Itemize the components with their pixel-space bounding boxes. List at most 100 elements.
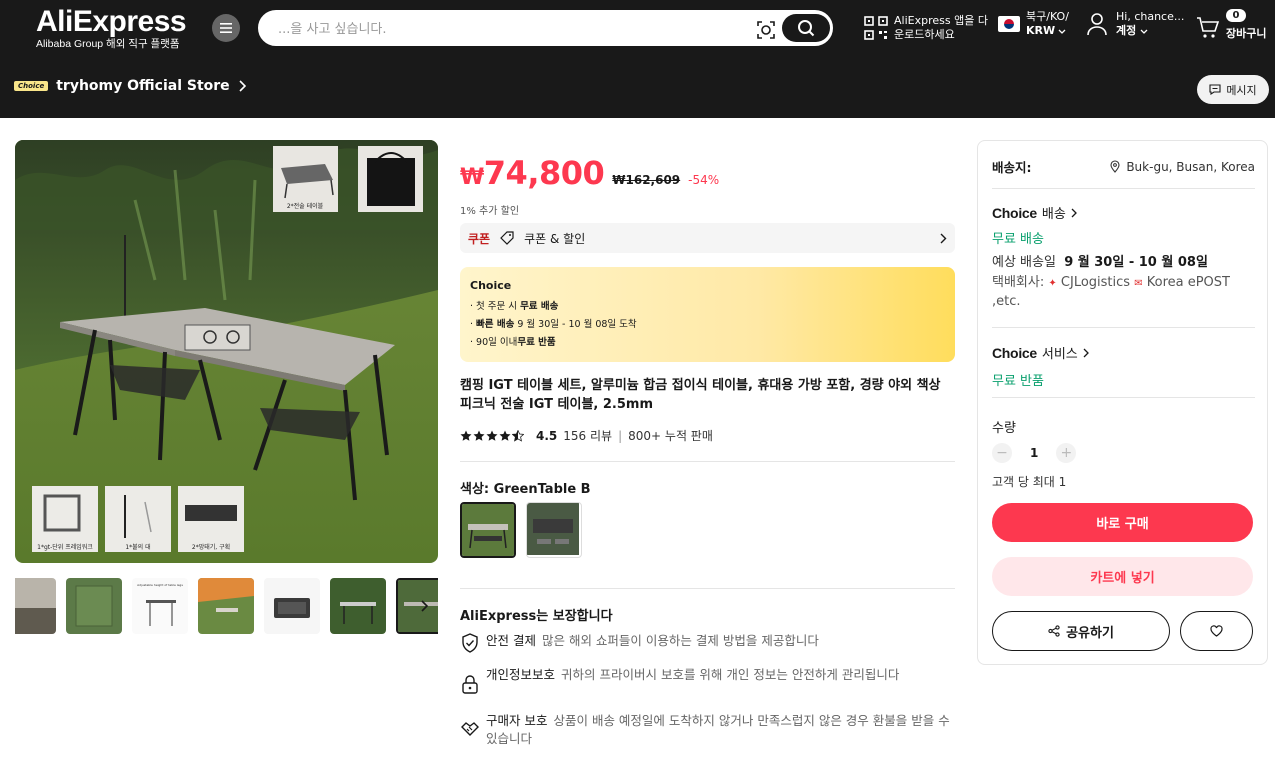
account-menu[interactable]: Hi, chance... 계정 bbox=[1086, 10, 1184, 38]
quantity-decrease-button[interactable]: − bbox=[992, 443, 1012, 463]
service-heading[interactable]: Choice 서비스 bbox=[992, 343, 1089, 362]
coupon-value: 쿠폰 & 할인 bbox=[524, 231, 586, 246]
app-download-text: AliExpress 앱을 다운로드하세요 bbox=[894, 14, 988, 41]
extra-discount: 1% 추가 할인 bbox=[460, 206, 520, 217]
cart-icon bbox=[1197, 17, 1220, 38]
discount-percent: -54% bbox=[688, 173, 720, 187]
top-header: AliExpress Alibaba Group 해외 직구 플랫폼 AliEx… bbox=[0, 0, 1275, 118]
free-returns: 무료 반품 bbox=[992, 374, 1044, 389]
choice-benefit-1: · 첫 주문 시 무료 배송 bbox=[470, 301, 559, 312]
divider bbox=[460, 588, 955, 589]
search-bar bbox=[258, 10, 833, 46]
rating-row[interactable]: 4.5 156 리뷰 | 800+ 누적 판매 bbox=[460, 427, 713, 444]
quantity-increase-button[interactable]: + bbox=[1056, 443, 1077, 463]
guarantee-desc: 많은 해외 쇼퍼들이 이용하는 결제 방법을 제공합니다 bbox=[541, 633, 819, 648]
star-rating bbox=[460, 429, 524, 442]
search-icon bbox=[798, 20, 815, 37]
choice-benefit-2: · 빠른 배송 9 월 30일 - 10 월 08일 도착 bbox=[470, 319, 637, 330]
thumbnail-4[interactable] bbox=[198, 578, 254, 634]
color-option-greentable-b[interactable] bbox=[460, 502, 516, 558]
current-price: ₩74,800 bbox=[460, 154, 605, 192]
star-icon bbox=[473, 430, 485, 441]
cart-label: 장바구니 bbox=[1226, 27, 1267, 40]
thumbnail-5[interactable] bbox=[264, 578, 320, 634]
divider bbox=[992, 188, 1255, 189]
estimated-delivery: 예상 배송일 9 월 30일 - 10 월 08일 bbox=[992, 255, 1208, 270]
chevron-right-icon bbox=[421, 600, 428, 612]
heart-icon bbox=[1210, 625, 1223, 637]
choice-benefits: Choice · 첫 주문 시 무료 배송 · 빠른 배송 9 월 30일 - … bbox=[460, 267, 955, 362]
thumbnail-6[interactable] bbox=[330, 578, 386, 634]
color-label: 색상: GreenTable B bbox=[460, 482, 591, 497]
quantity-label: 수량 bbox=[992, 421, 1016, 436]
divider bbox=[992, 397, 1255, 398]
main-product-image[interactable]: 2*전술 테이블 1*gt-단위 프레임워크 1*불의 대 2*망태기, 구획 bbox=[15, 140, 438, 563]
chevron-right-icon bbox=[1071, 208, 1077, 217]
choice-tag: Choice bbox=[14, 81, 49, 91]
buy-now-button[interactable]: 바로 구매 bbox=[992, 503, 1253, 542]
thumbnail-next-button[interactable] bbox=[412, 594, 436, 618]
currency: KRW bbox=[1026, 24, 1056, 37]
menu-button[interactable] bbox=[212, 14, 240, 42]
choice-brand: Choice bbox=[992, 204, 1037, 221]
ship-to-row[interactable]: 배송지: Buk-gu, Busan, Korea bbox=[992, 157, 1255, 176]
hamburger-icon bbox=[220, 23, 232, 33]
choice-benefit-3: · 90일 이내무료 반품 bbox=[470, 337, 556, 348]
logo-subtitle: Alibaba Group 해외 직구 플랫폼 bbox=[36, 38, 180, 50]
guarantee-heading: AliExpress는 보장합니다 bbox=[460, 609, 613, 624]
wishlist-button[interactable] bbox=[1180, 611, 1253, 651]
inset-label-table: 2*전술 테이블 bbox=[287, 202, 324, 210]
quantity-max: 고객 당 최대 1 bbox=[992, 475, 1067, 489]
logo-text: AliExpress bbox=[36, 5, 187, 38]
divider bbox=[460, 461, 955, 462]
store-name: tryhomy Official Store bbox=[56, 78, 230, 94]
delivery-section: Choice 배송 무료 배송 예상 배송일 9 월 30일 - 10 월 08… bbox=[992, 203, 1232, 311]
tag-icon bbox=[500, 231, 514, 245]
star-icon bbox=[499, 430, 511, 441]
ship-to-value: Buk-gu, Busan, Korea bbox=[1126, 159, 1255, 174]
choice-heading: Choice bbox=[470, 279, 512, 292]
image-search-icon[interactable] bbox=[755, 19, 777, 41]
thumbnail-3-caption: Adjustable height of table legs bbox=[137, 583, 183, 587]
user-icon bbox=[1087, 13, 1107, 36]
separator: | bbox=[618, 428, 623, 443]
color-option-2[interactable] bbox=[526, 502, 582, 558]
camping-table-photo: 2*전술 테이블 1*gt-단위 프레임워크 1*불의 대 2*망태기, 구획 bbox=[15, 140, 438, 563]
guarantee-key: 개인정보보호 bbox=[486, 667, 556, 682]
message-button[interactable]: 메시지 bbox=[1197, 75, 1269, 104]
aliexpress-logo[interactable]: AliExpress Alibaba Group 해외 직구 플랫폼 bbox=[36, 6, 196, 54]
delivery-heading[interactable]: Choice 배송 bbox=[992, 203, 1232, 222]
qr-code-icon bbox=[864, 16, 888, 40]
service-label: 서비스 bbox=[1041, 347, 1078, 362]
star-icon bbox=[486, 430, 498, 441]
sold-count: 800+ 누적 판매 bbox=[628, 429, 713, 443]
handshake-icon bbox=[461, 722, 479, 736]
store-link[interactable]: Choice tryhomy Official Store bbox=[14, 78, 246, 94]
thumbnail-1[interactable] bbox=[15, 578, 56, 634]
language-currency-selector[interactable]: 북구/KO/ KRW bbox=[998, 10, 1069, 38]
inset-label-stand: 1*불의 대 bbox=[125, 543, 150, 551]
share-label: 공유하기 bbox=[1066, 625, 1114, 641]
search-input[interactable] bbox=[278, 19, 738, 39]
thumbnail-2[interactable] bbox=[66, 578, 122, 634]
cart-button[interactable]: 0 장바구니 bbox=[1196, 8, 1272, 48]
purchase-panel: 배송지: Buk-gu, Busan, Korea Choice 배송 무료 배… bbox=[977, 140, 1268, 665]
coupon-key: 쿠폰 bbox=[468, 231, 491, 246]
share-button[interactable]: 공유하기 bbox=[992, 611, 1170, 651]
chevron-right-icon bbox=[940, 233, 947, 243]
review-count[interactable]: 156 리뷰 bbox=[563, 427, 612, 444]
location-pin-icon bbox=[1110, 160, 1120, 173]
search-button[interactable] bbox=[782, 14, 830, 42]
region-language: 북구/KO/ bbox=[1026, 10, 1069, 23]
cart-count-badge: 0 bbox=[1226, 9, 1246, 22]
guarantee-buyer-protection: 구매자 보호 상품이 배송 예정일에 도착하지 않거나 만족스럽지 않은 경우 환… bbox=[460, 712, 955, 748]
app-download[interactable]: AliExpress 앱을 다운로드하세요 bbox=[864, 12, 990, 44]
inset-label-frame: 1*gt-단위 프레임워크 bbox=[37, 543, 93, 551]
thumbnail-3[interactable]: Adjustable height of table legs bbox=[132, 578, 188, 634]
guarantee-desc: 귀하의 프라이버시 보호를 위해 개인 정보는 안전하게 관리됩니다 bbox=[561, 667, 900, 682]
coupon-row[interactable]: 쿠폰 쿠폰 & 할인 bbox=[460, 223, 955, 253]
divider bbox=[992, 327, 1255, 328]
quantity-value[interactable]: 1 bbox=[1030, 446, 1038, 460]
korea-epost-icon: ✉ bbox=[1134, 278, 1143, 289]
add-to-cart-button[interactable]: 카트에 넣기 bbox=[992, 557, 1253, 596]
